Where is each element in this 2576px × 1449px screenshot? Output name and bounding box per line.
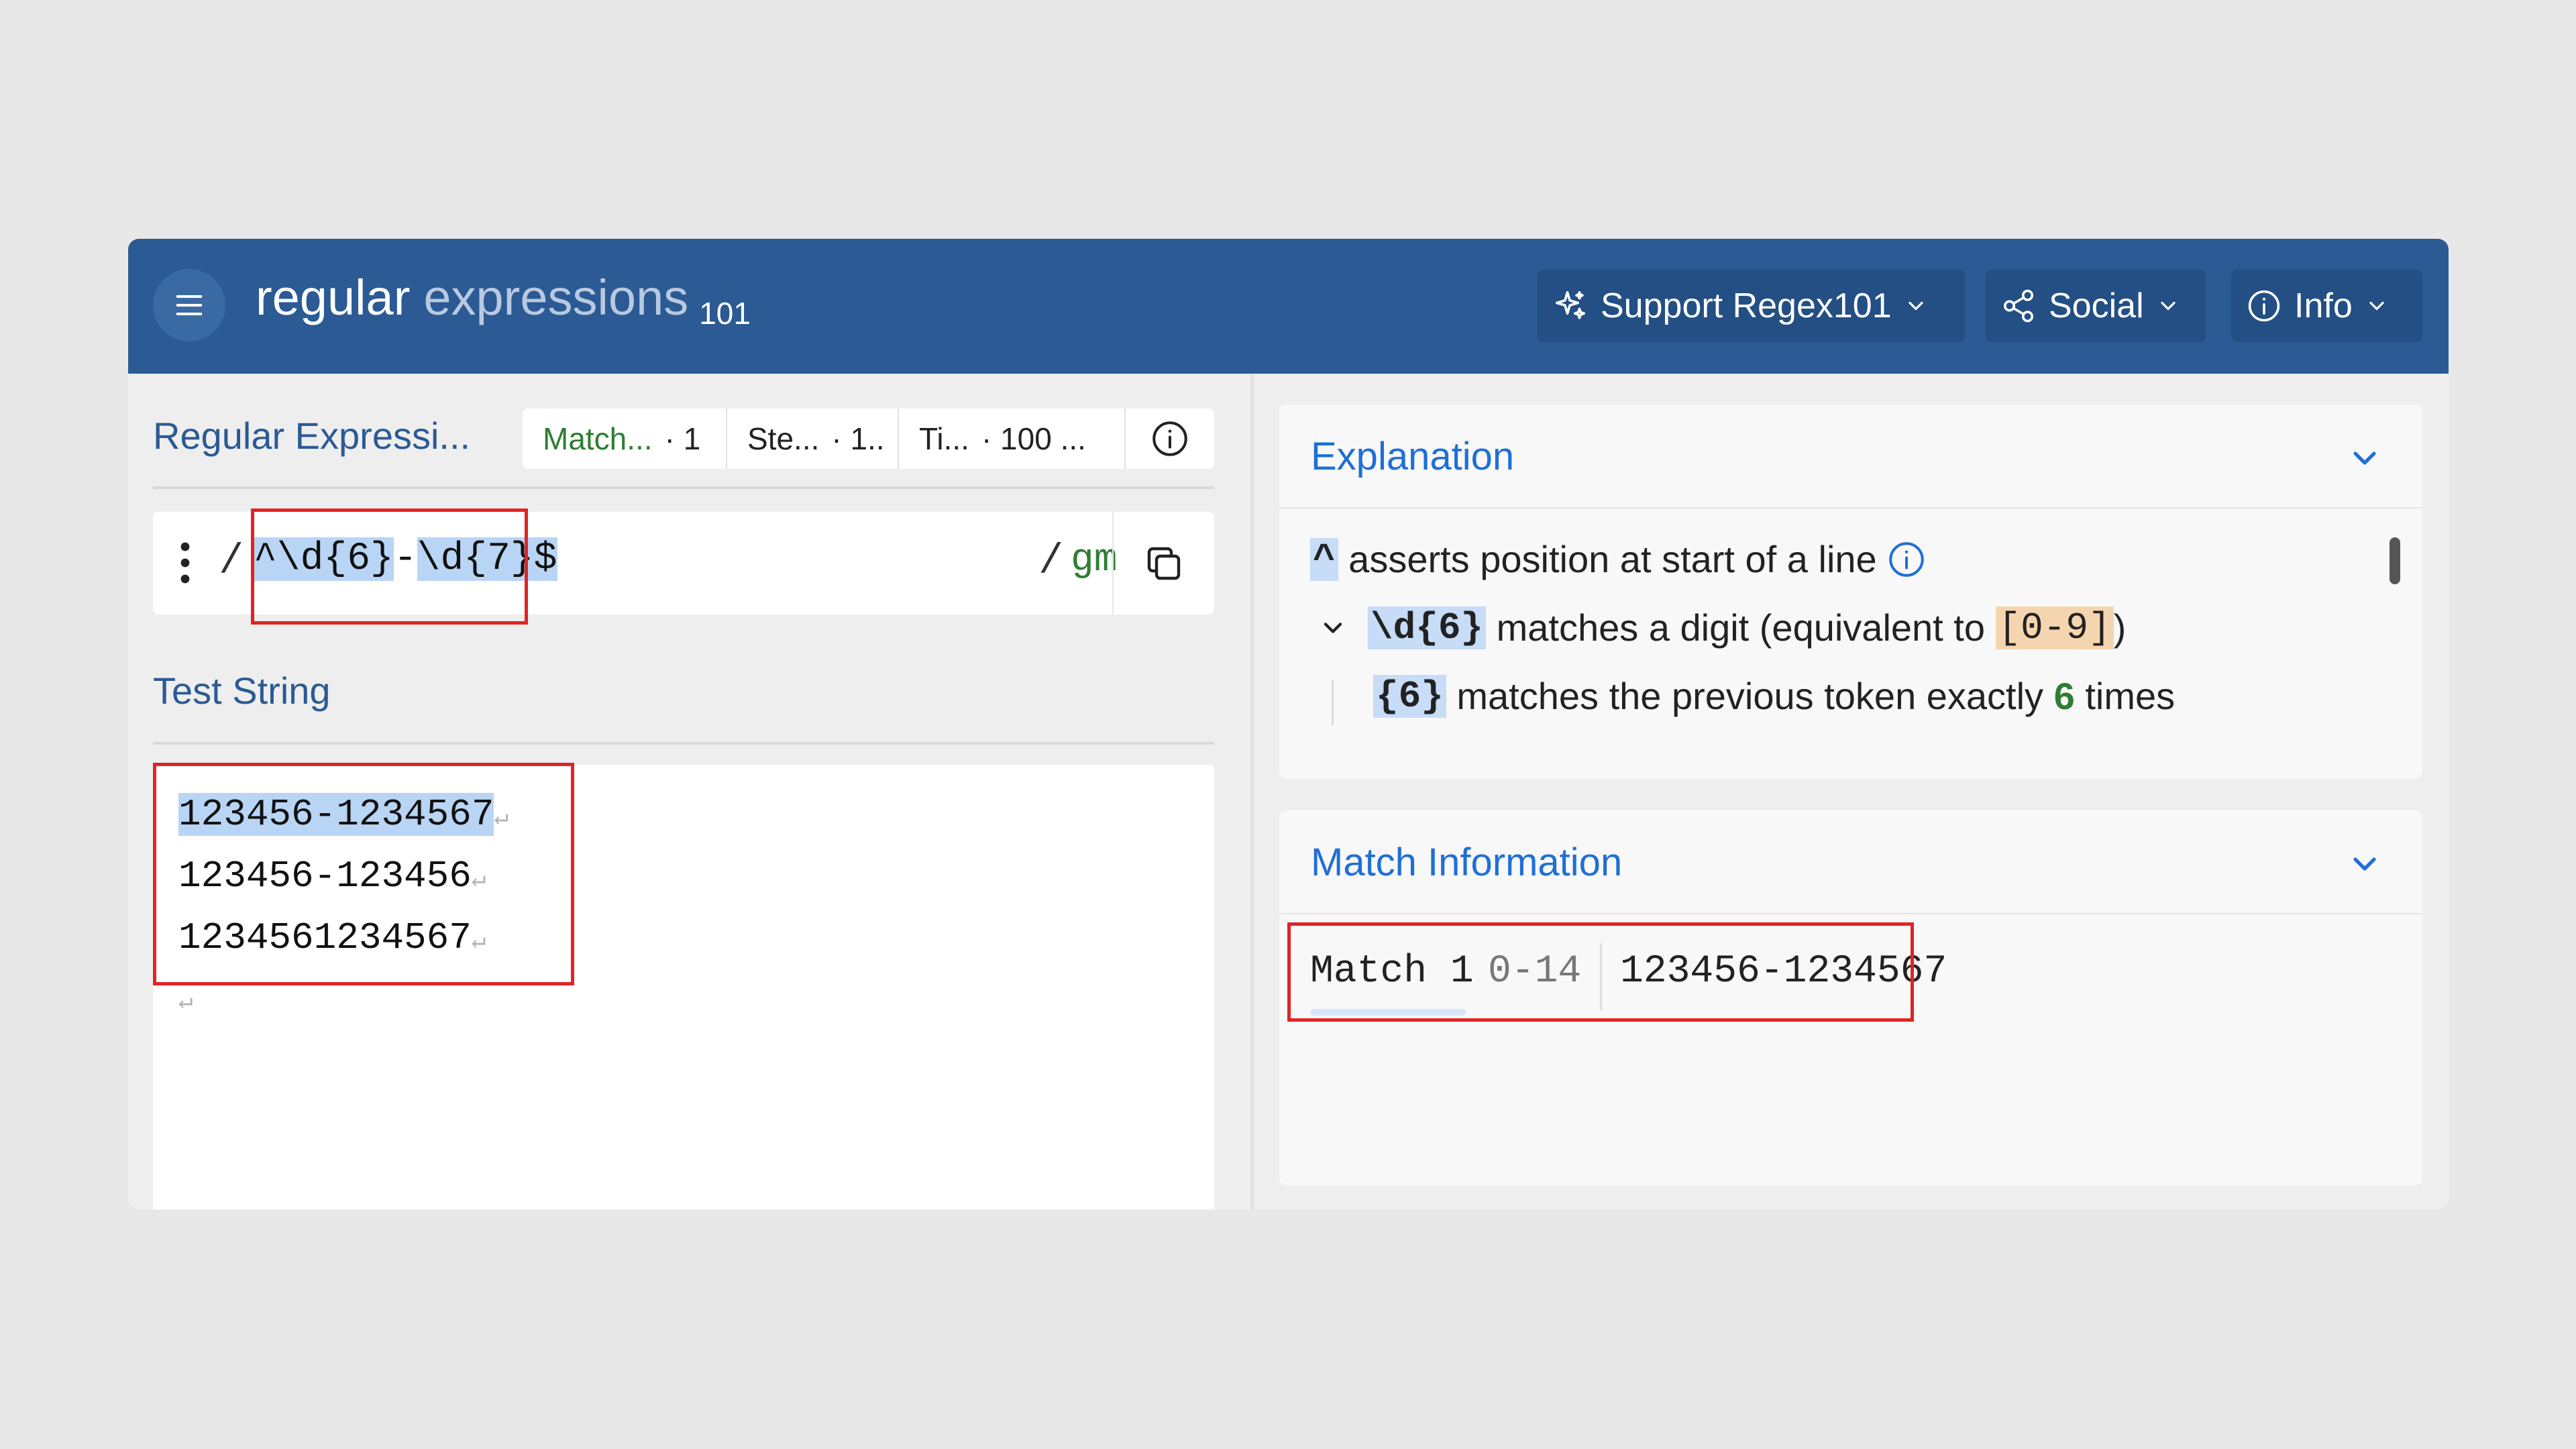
- explanation-text: matches a digit (equivalent to: [1486, 606, 1996, 649]
- stat-value: · 100 ...: [981, 421, 1086, 456]
- time-stat[interactable]: Ti... · 100 ...: [899, 409, 1126, 469]
- regex-delimiter-close: /: [1038, 537, 1064, 585]
- copy-regex-button[interactable]: [1112, 512, 1214, 614]
- app-window: regular expressions 101 Support Regex101…: [128, 239, 2449, 1210]
- match-information-title: Match Information: [1311, 841, 1623, 884]
- newline-marker: ↵: [178, 988, 193, 1016]
- top-bar: regular expressions 101 Support Regex101…: [128, 239, 2449, 374]
- tree-guide-line: [1332, 680, 1334, 725]
- explanation-panel: Explanation ^ asserts position at start …: [1279, 405, 2422, 779]
- app-logo[interactable]: regular expressions 101: [256, 269, 751, 343]
- editor-pane: Regular Expressi... Match... · 1 Ste... …: [128, 374, 1250, 1210]
- chevron-down-icon: [2369, 301, 2384, 311]
- match-information-header[interactable]: Match Information: [1279, 810, 2422, 914]
- explanation-row: ^ asserts position at start of a line: [1310, 537, 1927, 581]
- logo-word-regular: regular: [256, 270, 411, 325]
- explanation-range-token: [0-9]: [1995, 606, 2114, 649]
- info-icon[interactable]: [1886, 539, 1927, 580]
- divider: [153, 486, 1214, 489]
- explanation-token: ^: [1310, 537, 1338, 581]
- share-icon: [2003, 289, 2034, 323]
- explanation-count: 6: [2053, 675, 2075, 717]
- divider: [153, 742, 1214, 745]
- explanation-text: matches the previous token exactly: [1446, 675, 2054, 717]
- regex-flags[interactable]: gm: [1071, 539, 1118, 582]
- info-button[interactable]: Info: [2231, 270, 2422, 342]
- regex-delimiter-open: /: [219, 537, 244, 585]
- test-string-title: Test String: [153, 669, 331, 712]
- logo-word-expressions: expressions: [423, 270, 689, 325]
- logo-sub-101: 101: [699, 296, 751, 331]
- regex-stats-bar: Match... · 1 Ste... · 1.. Ti... · 100 ..…: [523, 409, 1214, 469]
- explanation-title: Explanation: [1311, 435, 1515, 478]
- pane-divider[interactable]: [1250, 374, 1254, 1210]
- chevron-down-icon[interactable]: [2346, 439, 2383, 477]
- stat-label: Ti...: [919, 421, 969, 456]
- chevron-down-icon: [2160, 301, 2176, 311]
- stat-value: · 1..: [831, 421, 885, 456]
- annotation-box-test-string: [153, 763, 574, 985]
- explanation-token: {6}: [1373, 674, 1446, 718]
- info-icon: [1152, 421, 1187, 456]
- steps-stat[interactable]: Ste... · 1..: [727, 409, 899, 469]
- annotation-box-regex: [251, 508, 528, 625]
- menu-button[interactable]: [153, 269, 225, 341]
- stat-label: Match...: [543, 421, 653, 456]
- copy-icon: [1147, 547, 1181, 580]
- social-button[interactable]: Social: [1986, 270, 2206, 342]
- chevron-down-icon[interactable]: [1318, 613, 1348, 643]
- sparkle-icon: [1555, 290, 1586, 319]
- regex-info-button[interactable]: [1126, 409, 1214, 469]
- stat-value: · 1: [664, 421, 701, 456]
- explanation-header[interactable]: Explanation: [1279, 405, 2422, 508]
- chevron-down-icon: [1909, 301, 1923, 311]
- support-button-label: Support Regex101: [1601, 286, 1892, 325]
- explanation-row[interactable]: \d{6} matches a digit (equivalent to [0-…: [1318, 606, 2126, 649]
- match-count-stat[interactable]: Match... · 1: [523, 409, 727, 469]
- support-regex101-button[interactable]: Support Regex101: [1538, 270, 1965, 342]
- social-button-label: Social: [2049, 286, 2144, 325]
- regex-section-title: Regular Expressi...: [153, 415, 471, 457]
- annotation-box-match: [1287, 922, 1914, 1022]
- explanation-token: \d{6}: [1368, 606, 1487, 649]
- explanation-text: times: [2074, 675, 2176, 717]
- chevron-down-icon[interactable]: [2346, 845, 2383, 883]
- kebab-menu-icon[interactable]: [180, 541, 191, 584]
- hamburger-icon: [176, 295, 203, 315]
- explanation-scrollbar[interactable]: [2390, 537, 2400, 584]
- explanation-text: ): [2113, 606, 2127, 649]
- stat-label: Ste...: [747, 421, 820, 456]
- info-button-label: Info: [2294, 286, 2353, 325]
- info-icon: [2248, 290, 2280, 322]
- explanation-row: {6} matches the previous token exactly 6…: [1373, 674, 2175, 718]
- explanation-text: asserts position at start of a line: [1338, 538, 1877, 580]
